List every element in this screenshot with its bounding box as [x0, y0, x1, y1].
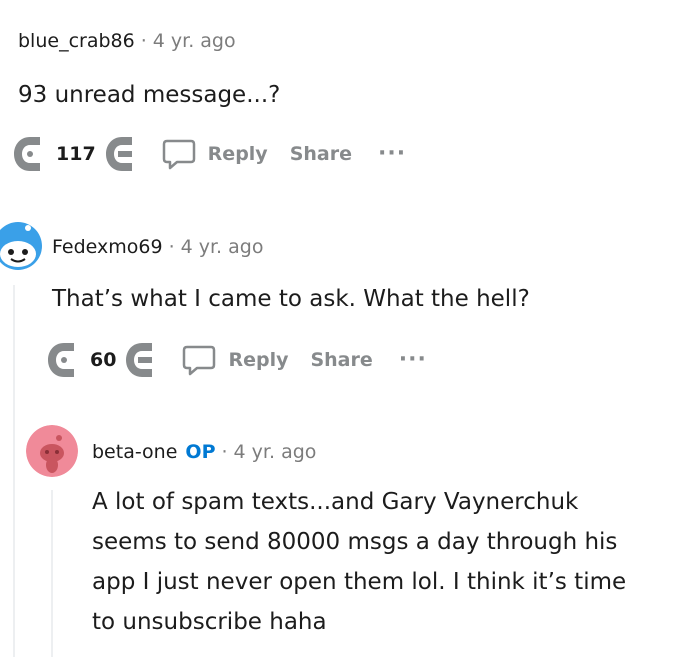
meta-separator: · [168, 236, 175, 258]
vote-score: 117 [56, 143, 96, 165]
comment-body-line: app I just never open them lol. I think … [92, 569, 627, 595]
comment-body: That’s what I came to ask. What the hell… [52, 286, 530, 312]
speech-bubble-icon [162, 139, 195, 170]
thread-line[interactable] [13, 285, 15, 657]
thread-line[interactable] [51, 490, 53, 657]
reply-button[interactable]: Reply [182, 344, 288, 376]
reddit-snoo-avatar [0, 222, 42, 270]
speech-bubble-icon [183, 345, 216, 376]
comment-body-line: A lot of spam texts...and Gary Vaynerchu… [92, 489, 579, 515]
timestamp-link[interactable]: 4 yr. ago [153, 30, 236, 52]
upvote-arrow-icon[interactable] [46, 340, 82, 380]
meta-separator: · [140, 30, 147, 52]
meta-separator: · [221, 441, 228, 463]
username-link[interactable]: beta-one [92, 441, 177, 463]
comment-body: A lot of spam texts...and Gary Vaynerchu… [92, 482, 626, 642]
username-link[interactable]: Fedexmo69 [52, 236, 163, 258]
upvote-arrow-icon[interactable] [12, 134, 48, 174]
reply-label: Reply [228, 349, 289, 371]
username-link[interactable]: blue_crab86 [18, 30, 135, 52]
comment-meta: blue_crab86 · 4 yr. ago [18, 30, 236, 52]
more-options-icon[interactable]: ··· [399, 349, 427, 371]
avatar[interactable] [26, 425, 78, 477]
timestamp-link[interactable]: 4 yr. ago [181, 236, 264, 258]
vote-score: 60 [90, 349, 117, 371]
share-button[interactable]: Share [290, 143, 352, 165]
reddit-snoo-avatar-pink [26, 425, 78, 477]
reply-button[interactable]: Reply [162, 138, 268, 170]
comment-body-line: to unsubscribe haha [92, 609, 327, 635]
downvote-arrow-icon[interactable] [104, 134, 140, 174]
comment-actions: 60 Reply Share ··· [46, 340, 427, 380]
avatar[interactable] [0, 220, 42, 272]
share-button[interactable]: Share [310, 349, 372, 371]
timestamp-link[interactable]: 4 yr. ago [234, 441, 317, 463]
comment-meta: Fedexmo69 · 4 yr. ago [52, 236, 263, 258]
comment-actions: 117 Reply Share ··· [12, 134, 406, 174]
downvote-arrow-icon[interactable] [124, 340, 160, 380]
comment-body-line: seems to send 80000 msgs a day through h… [92, 529, 618, 555]
more-options-icon[interactable]: ··· [378, 143, 406, 165]
op-badge: OP [185, 441, 216, 463]
reply-label: Reply [207, 143, 268, 165]
comment-body: 93 unread message...? [18, 82, 281, 108]
comment-meta: beta-one OP · 4 yr. ago [92, 441, 316, 463]
comment-thread: blue_crab86 · 4 yr. ago 93 unread messag… [0, 0, 700, 657]
